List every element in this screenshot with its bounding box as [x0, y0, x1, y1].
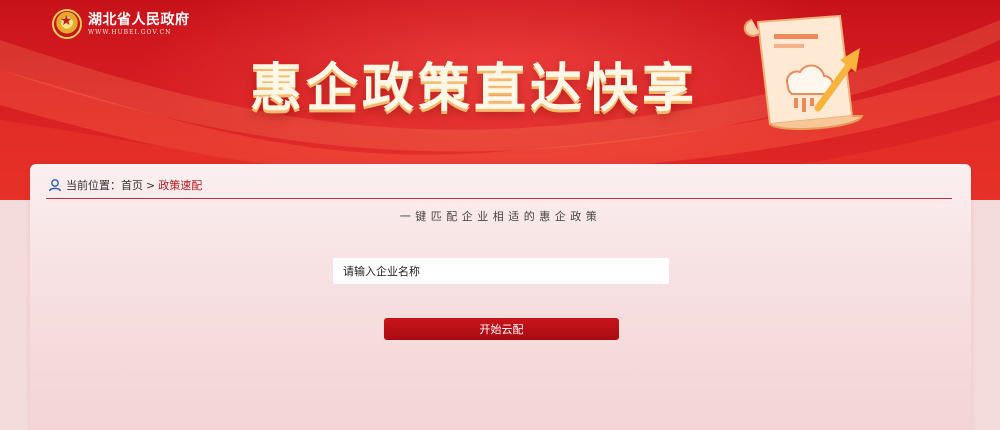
hero-title: 惠企政策直达快享 — [250, 59, 699, 119]
site-name: 湖北省人民政府 — [88, 11, 190, 28]
policy-match-panel: 当前位置： 首页 > 政策速配 一键匹配企业相适的惠企政策 开始云配 — [30, 164, 971, 430]
user-location-icon — [48, 179, 62, 192]
breadcrumb-current[interactable]: 政策速配 — [158, 177, 202, 193]
site-url: WWW.HUBEI.GOV.CN — [88, 28, 172, 36]
breadcrumb-separator: > — [146, 178, 156, 192]
document-cloud-arrow-icon — [743, 14, 864, 131]
breadcrumb-prefix: 当前位置： — [66, 179, 121, 192]
panel-subtitle: 一键匹配企业相适的惠企政策 — [399, 210, 602, 223]
breadcrumb-home-link[interactable]: 首页 — [121, 177, 143, 193]
company-name-input[interactable] — [333, 258, 669, 284]
breadcrumb: 当前位置： 首页 > 政策速配 — [48, 177, 202, 193]
start-match-button[interactable]: 开始云配 — [384, 318, 619, 340]
breadcrumb-divider — [46, 198, 952, 199]
site-logo[interactable]: 湖北省人民政府 WWW.HUBEI.GOV.CN — [52, 9, 190, 39]
national-emblem-icon — [52, 9, 82, 39]
